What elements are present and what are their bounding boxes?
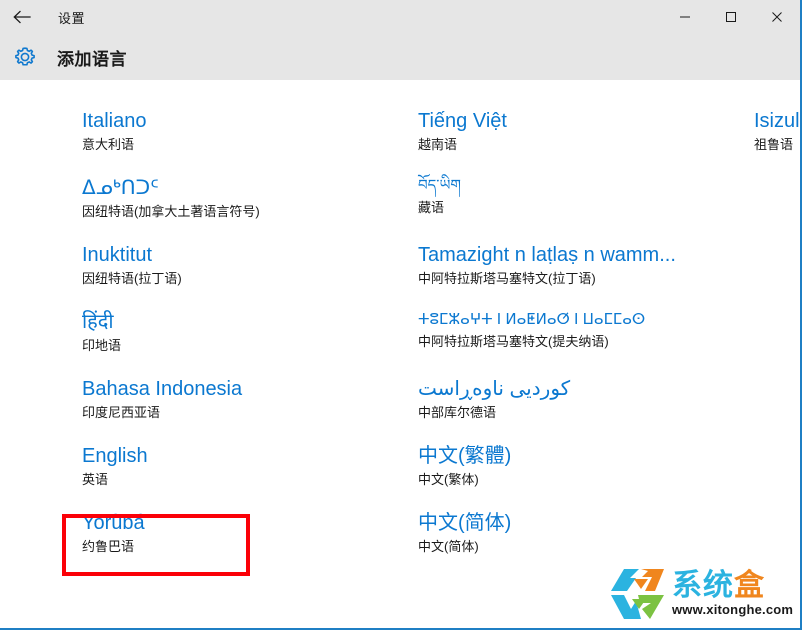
- title-bar: 设置: [0, 0, 800, 34]
- language-local-name: 中文(繁体): [418, 472, 479, 487]
- language-local-name: 意大利语: [82, 137, 135, 152]
- maximize-button[interactable]: [708, 0, 754, 34]
- language-local-name: 祖鲁语: [754, 137, 794, 152]
- language-native-name: བོད་ཡིག: [418, 177, 461, 194]
- language-column-0: Italiano 意大利语 ᐃᓄᒃᑎᑐᑦ 因纽特语(加拿大土著语言符号) Inuktit…: [82, 80, 412, 628]
- maximize-icon: [725, 11, 737, 23]
- back-arrow-icon: [13, 10, 31, 24]
- language-item[interactable]: Tamazight n laṭlaṣ n wamm... 中阿特拉斯塔马塞特文(拉…: [418, 242, 676, 289]
- language-native-name: ⵜⵓⵎⵣⴰⵖⵜ ⵏ ⵍⴰⵟⵍⴰⵚ ⵏ ⵡⴰⵎⵎⴰⵙ: [418, 311, 646, 328]
- language-native-name: 中文(繁體): [418, 445, 512, 467]
- language-item[interactable]: Isizulu 祖鲁语: [754, 108, 800, 155]
- language-local-name: 约鲁巴语: [82, 539, 135, 554]
- language-local-name: 因纽特语(加拿大土著语言符号): [82, 204, 260, 219]
- language-item[interactable]: 中文(繁體) 中文(繁体): [418, 443, 511, 490]
- language-item[interactable]: English 英语: [82, 443, 148, 490]
- language-column-2: Isizulu 祖鲁语: [754, 80, 800, 628]
- language-column-1: Tiếng Việt 越南语 བོད་ཡིག 藏语 Tamazight n laṭlaṣ…: [418, 80, 748, 628]
- close-button[interactable]: [754, 0, 800, 34]
- language-item[interactable]: 中文(简体) 中文(简体): [418, 510, 511, 557]
- language-item[interactable]: Tiếng Việt 越南语: [418, 108, 507, 155]
- language-list: Italiano 意大利语 ᐃᓄᒃᑎᑐᑦ 因纽特语(加拿大土著语言符号) Inuktit…: [0, 80, 800, 628]
- language-local-name: 英语: [82, 472, 109, 487]
- language-native-name: ᐃᓄᒃᑎᑐᑦ: [82, 177, 159, 199]
- language-item[interactable]: हिंदी 印地语: [82, 309, 121, 356]
- language-local-name: 因纽特语(拉丁语): [82, 271, 182, 286]
- back-button[interactable]: [0, 1, 44, 33]
- language-local-name: 中阿特拉斯塔马塞特文(提夫纳语): [418, 334, 609, 349]
- minimize-icon: [679, 11, 691, 23]
- language-native-name: Italiano: [82, 110, 147, 132]
- minimize-button[interactable]: [662, 0, 708, 34]
- language-item[interactable]: Bahasa Indonesia 印度尼西亚语: [82, 376, 242, 423]
- language-local-name: 中阿特拉斯塔马塞特文(拉丁语): [418, 271, 596, 286]
- language-local-name: 印度尼西亚语: [82, 405, 161, 420]
- language-local-name: 越南语: [418, 137, 458, 152]
- language-item[interactable]: Inuktitut 因纽特语(拉丁语): [82, 242, 182, 289]
- gear-icon: [10, 42, 40, 72]
- language-item[interactable]: ᐃᓄᒃᑎᑐᑦ 因纽特语(加拿大土著语言符号): [82, 175, 260, 222]
- language-item[interactable]: བོད་ཡིག 藏语: [418, 175, 461, 218]
- language-native-name: Tiếng Việt: [418, 110, 507, 132]
- language-native-name: Inuktitut: [82, 244, 153, 266]
- language-item[interactable]: ⵜⵓⵎⵣⴰⵖⵜ ⵏ ⵍⴰⵟⵍⴰⵚ ⵏ ⵡⴰⵎⵎⴰⵙ 中阿特拉斯塔马塞特文(提夫纳语…: [418, 309, 645, 352]
- language-local-name: 中部库尔德语: [418, 405, 497, 420]
- language-native-name: Tamazight n laṭlaṣ n wamm...: [418, 244, 676, 266]
- caption-buttons: [662, 0, 800, 34]
- page-title: 添加语言: [57, 49, 127, 69]
- settings-window: 设置 添加语言 Italiano 意大利语 ᐃᓄᒃᑎᑐᑦ 因纽特语(加拿大土著语…: [0, 0, 802, 630]
- language-native-name: English: [82, 445, 148, 467]
- language-native-name: Bahasa Indonesia: [82, 378, 243, 400]
- language-native-name: کوردیی ناوەڕاست: [418, 378, 571, 400]
- page-header: 添加语言: [0, 34, 800, 80]
- language-native-name: 中文(简体): [418, 512, 512, 534]
- language-local-name: 印地语: [82, 338, 122, 353]
- language-native-name: Isizulu: [754, 110, 800, 132]
- language-native-name: हिंदी: [82, 311, 114, 333]
- close-icon: [771, 11, 783, 23]
- language-local-name: 藏语: [418, 200, 445, 215]
- app-title: 设置: [58, 10, 86, 26]
- language-item[interactable]: Yorùbá 约鲁巴语: [82, 510, 145, 557]
- language-item[interactable]: کوردیی ناوەڕاست 中部库尔德语: [418, 376, 570, 423]
- language-local-name: 中文(简体): [418, 539, 479, 554]
- language-item[interactable]: Italiano 意大利语: [82, 108, 147, 155]
- language-native-name: Yorùbá: [82, 512, 145, 534]
